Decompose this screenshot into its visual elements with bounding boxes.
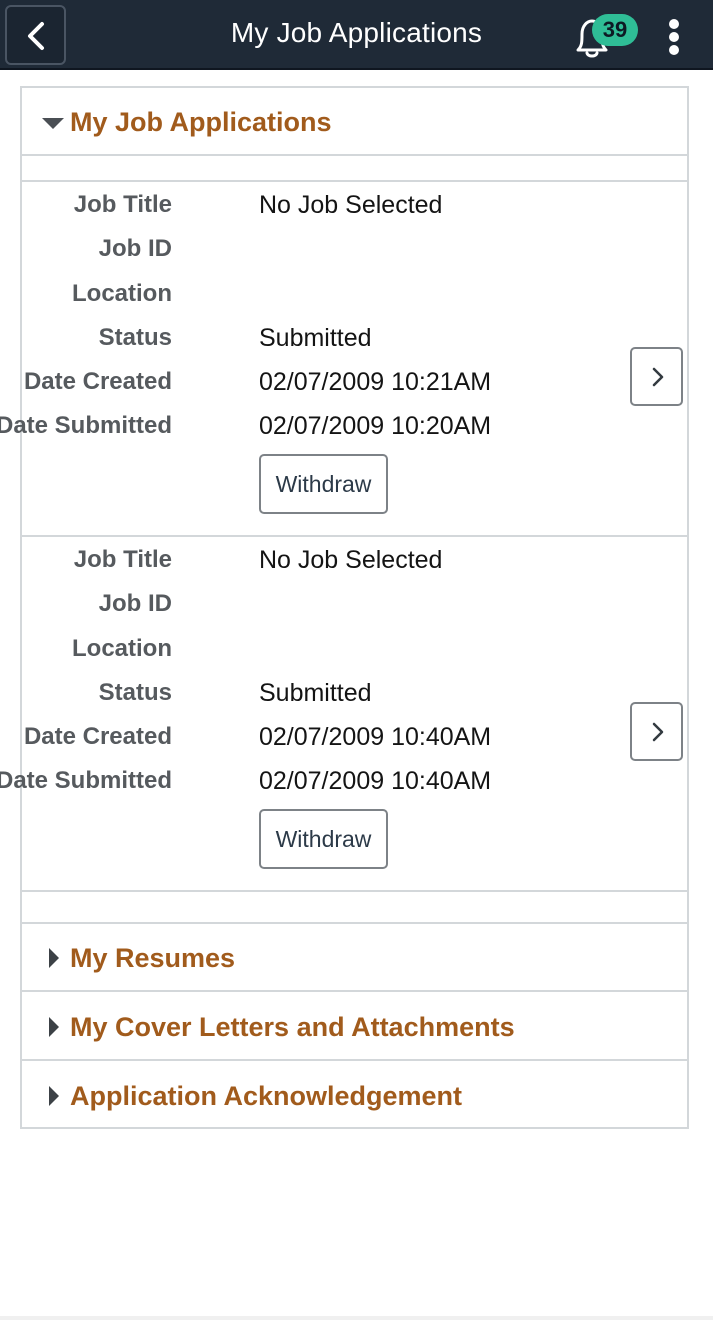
- section-cover-letters-header[interactable]: My Cover Letters and Attachments: [22, 993, 687, 1061]
- date-created-value: 02/07/2009 10:40AM: [259, 723, 492, 751]
- job-title-label: Job Title: [73, 546, 172, 573]
- section-title: My Resumes: [70, 943, 236, 973]
- chevron-right-icon: [652, 722, 664, 742]
- date-created-value: 02/07/2009 10:21AM: [259, 368, 492, 396]
- bottom-divider: [0, 1316, 713, 1320]
- chevron-right-icon: [652, 367, 664, 387]
- location-label: Location: [72, 635, 172, 662]
- date-submitted-label: Date Submitted: [0, 767, 172, 794]
- view-application-button[interactable]: [630, 702, 683, 761]
- section-acknowledgement-header[interactable]: Application Acknowledgement: [22, 1062, 687, 1130]
- section-title: My Cover Letters and Attachments: [70, 1012, 515, 1042]
- application-card: Job Title No Job Selected Job ID Locatio…: [0, 537, 687, 892]
- date-submitted-value: 02/07/2009 10:20AM: [259, 412, 492, 440]
- location-label: Location: [72, 280, 172, 307]
- caret-right-icon: [49, 948, 59, 968]
- withdraw-button[interactable]: Withdraw: [259, 809, 388, 869]
- caret-right-icon: [49, 1017, 59, 1037]
- notification-count-badge: 39: [592, 14, 638, 46]
- section-title: Application Acknowledgement: [70, 1081, 463, 1111]
- status-value: Submitted: [259, 679, 372, 707]
- job-title-value: No Job Selected: [259, 546, 443, 574]
- job-title-label: Job Title: [73, 191, 172, 218]
- status-value: Submitted: [259, 324, 372, 352]
- section-divider: [22, 158, 687, 182]
- date-submitted-value: 02/07/2009 10:40AM: [259, 767, 492, 795]
- app-header: My Job Applications 39: [0, 0, 713, 70]
- job-id-label: Job ID: [98, 590, 172, 617]
- section-resumes-header[interactable]: My Resumes: [22, 924, 687, 992]
- section-title: My Job Applications: [70, 107, 332, 137]
- status-label: Status: [98, 679, 172, 706]
- applications-panel: My Job Applications Job Title No Job Sel…: [0, 86, 689, 1130]
- job-id-label: Job ID: [98, 235, 172, 262]
- date-submitted-label: Date Submitted: [0, 412, 172, 439]
- date-created-label: Date Created: [23, 723, 172, 750]
- withdraw-button[interactable]: Withdraw: [259, 454, 388, 514]
- section-divider: [22, 892, 687, 924]
- application-card: Job Title No Job Selected Job ID Locatio…: [0, 182, 687, 537]
- section-job-applications-header[interactable]: My Job Applications: [22, 88, 687, 156]
- more-options-button[interactable]: [660, 16, 690, 56]
- date-created-label: Date Created: [23, 368, 172, 395]
- job-title-value: No Job Selected: [259, 191, 443, 219]
- view-application-button[interactable]: [630, 347, 683, 406]
- status-label: Status: [98, 324, 172, 351]
- caret-down-icon: [42, 118, 64, 129]
- caret-right-icon: [49, 1086, 59, 1106]
